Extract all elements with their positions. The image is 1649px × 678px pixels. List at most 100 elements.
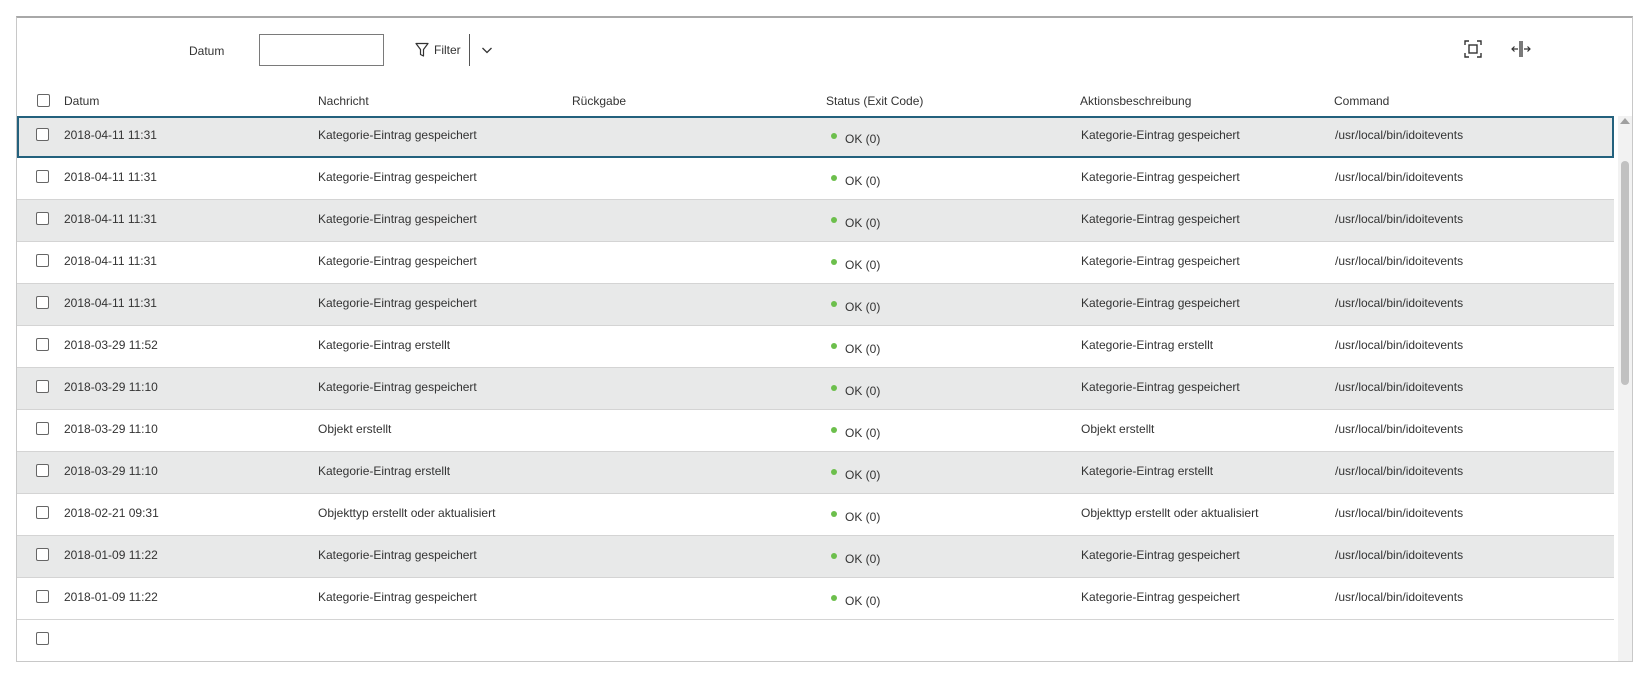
fullscreen-icon[interactable] (1462, 38, 1484, 60)
status-ok-dot-icon (831, 385, 837, 391)
status-text: OK (0) (845, 552, 881, 566)
cell-status: OK (0) (831, 426, 880, 440)
row-checkbox[interactable] (36, 212, 49, 225)
filter-separator (469, 34, 470, 66)
status-text: OK (0) (845, 384, 881, 398)
scrollbar-thumb[interactable] (1621, 161, 1629, 385)
cell-datum: 2018-04-11 11:31 (64, 254, 157, 268)
resize-columns-icon[interactable] (1510, 38, 1532, 60)
cell-nachricht: Kategorie-Eintrag gespeichert (318, 128, 477, 142)
status-text: OK (0) (845, 174, 881, 188)
column-header-nachricht[interactable]: Nachricht (318, 94, 369, 108)
datum-filter-input[interactable] (259, 34, 384, 66)
cell-command: /usr/local/bin/idoitevents (1335, 590, 1464, 604)
table-row[interactable]: 2018-04-11 11:31 Kategorie-Eintrag gespei… (17, 158, 1614, 200)
status-ok-dot-icon (831, 427, 837, 433)
cell-nachricht: Kategorie-Eintrag gespeichert (318, 212, 477, 226)
status-text: OK (0) (845, 510, 881, 524)
cell-aktionsbeschreibung: Kategorie-Eintrag gespeichert (1081, 170, 1240, 184)
table-row-partial[interactable] (17, 620, 1614, 661)
row-checkbox[interactable] (36, 464, 49, 477)
status-text: OK (0) (845, 342, 881, 356)
cell-aktionsbeschreibung: Kategorie-Eintrag gespeichert (1081, 380, 1240, 394)
cell-status: OK (0) (831, 300, 880, 314)
cell-command: /usr/local/bin/idoitevents (1335, 380, 1464, 394)
chevron-down-icon[interactable] (479, 42, 495, 58)
status-ok-dot-icon (831, 133, 837, 139)
status-text: OK (0) (845, 594, 881, 608)
cell-status: OK (0) (831, 216, 880, 230)
cell-nachricht: Objekt erstellt (318, 422, 392, 436)
row-checkbox[interactable] (36, 632, 49, 645)
cell-status: OK (0) (831, 468, 880, 482)
cell-nachricht: Kategorie-Eintrag gespeichert (318, 380, 477, 394)
cell-datum: 2018-04-11 11:31 (64, 212, 157, 226)
cell-command: /usr/local/bin/idoitevents (1335, 128, 1464, 142)
status-text: OK (0) (845, 216, 881, 230)
cell-command: /usr/local/bin/idoitevents (1335, 464, 1464, 478)
row-checkbox[interactable] (36, 254, 49, 267)
cell-status: OK (0) (831, 132, 880, 146)
table-row[interactable]: 2018-04-11 11:31 Kategorie-Eintrag gespei… (17, 284, 1614, 326)
cell-nachricht: Kategorie-Eintrag gespeichert (318, 254, 477, 268)
cell-aktionsbeschreibung: Kategorie-Eintrag gespeichert (1081, 212, 1240, 226)
row-checkbox[interactable] (36, 170, 49, 183)
cell-status: OK (0) (831, 594, 880, 608)
row-checkbox[interactable] (36, 548, 49, 561)
row-checkbox[interactable] (36, 506, 49, 519)
cell-status: OK (0) (831, 384, 880, 398)
events-history-panel: Datum Filter Datum Nachricht Rückgabe St… (16, 16, 1633, 662)
table-row[interactable]: 2018-04-11 11:31 Kategorie-Eintrag gespei… (17, 242, 1614, 284)
cell-aktionsbeschreibung: Objekttyp erstellt oder aktualisiert (1081, 506, 1259, 520)
table-row[interactable]: 2018-03-29 11:10 Kategorie-Eintrag erstel… (17, 452, 1614, 494)
cell-datum: 2018-03-29 11:10 (64, 380, 158, 394)
cell-datum: 2018-01-09 11:22 (64, 590, 158, 604)
cell-datum: 2018-04-11 11:31 (64, 170, 157, 184)
table-row[interactable]: 2018-01-09 11:22 Kategorie-Eintrag gespei… (17, 578, 1614, 620)
table-row[interactable]: 2018-01-09 11:22 Kategorie-Eintrag gespei… (17, 536, 1614, 578)
table-row[interactable]: 2018-04-11 11:31 Kategorie-Eintrag gespei… (17, 116, 1614, 158)
filter-icon (415, 42, 429, 57)
cell-command: /usr/local/bin/idoitevents (1335, 548, 1464, 562)
cell-command: /usr/local/bin/idoitevents (1335, 296, 1464, 310)
row-checkbox[interactable] (36, 422, 49, 435)
cell-nachricht: Kategorie-Eintrag gespeichert (318, 590, 477, 604)
column-header-command[interactable]: Command (1334, 94, 1389, 108)
cell-aktionsbeschreibung: Kategorie-Eintrag erstellt (1081, 338, 1214, 352)
scroll-up-arrow-icon[interactable] (1620, 118, 1630, 124)
column-header-aktionsbeschreibung[interactable]: Aktionsbeschreibung (1080, 94, 1191, 108)
cell-nachricht: Kategorie-Eintrag erstellt (318, 338, 451, 352)
cell-command: /usr/local/bin/idoitevents (1335, 422, 1464, 436)
cell-nachricht: Kategorie-Eintrag gespeichert (318, 170, 477, 184)
select-all-checkbox[interactable] (37, 94, 50, 107)
filter-button[interactable]: Filter (415, 34, 461, 66)
datum-filter-label: Datum (189, 44, 225, 58)
column-header-rueckgabe[interactable]: Rückgabe (572, 94, 626, 108)
table-row[interactable]: 2018-03-29 11:10 Kategorie-Eintrag gespei… (17, 368, 1614, 410)
row-checkbox[interactable] (36, 380, 49, 393)
status-ok-dot-icon (831, 343, 837, 349)
row-checkbox[interactable] (36, 338, 49, 351)
cell-aktionsbeschreibung: Objekt erstellt (1081, 422, 1155, 436)
cell-datum: 2018-04-11 11:31 (64, 128, 157, 142)
cell-command: /usr/local/bin/idoitevents (1335, 170, 1464, 184)
table-row[interactable]: 2018-04-11 11:31 Kategorie-Eintrag gespei… (17, 200, 1614, 242)
toolbar: Datum Filter (17, 18, 1632, 80)
status-ok-dot-icon (831, 175, 837, 181)
vertical-scrollbar[interactable] (1618, 116, 1632, 661)
table-row[interactable]: 2018-03-29 11:10 Objekt erstellt Objekt er… (17, 410, 1614, 452)
row-checkbox[interactable] (36, 296, 49, 309)
cell-datum: 2018-01-09 11:22 (64, 548, 158, 562)
status-text: OK (0) (845, 258, 881, 272)
cell-status: OK (0) (831, 552, 880, 566)
row-checkbox[interactable] (36, 128, 49, 141)
column-header-datum[interactable]: Datum (64, 94, 99, 108)
cell-nachricht: Kategorie-Eintrag erstellt (318, 464, 451, 478)
row-checkbox[interactable] (36, 590, 49, 603)
cell-command: /usr/local/bin/idoitevents (1335, 506, 1464, 520)
cell-nachricht: Kategorie-Eintrag gespeichert (318, 548, 477, 562)
table-row[interactable]: 2018-02-21 09:31 Objekttyp erstellt oder … (17, 494, 1614, 536)
cell-datum: 2018-03-29 11:10 (64, 422, 158, 436)
column-header-status[interactable]: Status (Exit Code) (826, 94, 923, 108)
table-row[interactable]: 2018-03-29 11:52 Kategorie-Eintrag erstel… (17, 326, 1614, 368)
